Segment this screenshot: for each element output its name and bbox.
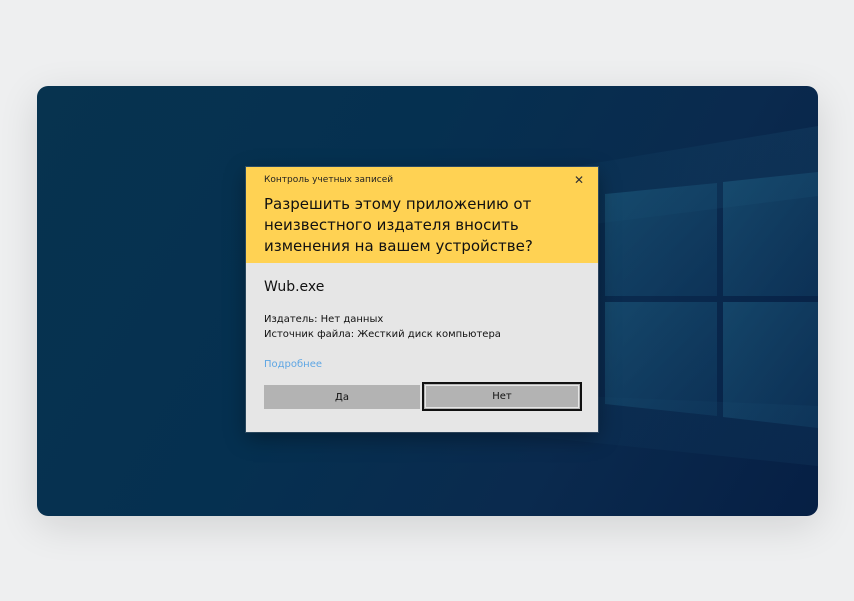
uac-header: Контроль учетных записей ✕ Разрешить это… <box>246 167 598 263</box>
logo-pane-top-right <box>723 172 818 296</box>
uac-dialog: Контроль учетных записей ✕ Разрешить это… <box>246 167 598 432</box>
app-name: Wub.exe <box>264 279 325 295</box>
uac-body: Wub.exe Издатель: Нет данных Источник фа… <box>246 263 598 432</box>
file-source-info: Источник файла: Жесткий диск компьютера <box>264 329 501 340</box>
publisher-info: Издатель: Нет данных <box>264 314 384 325</box>
logo-pane-bottom-left <box>605 302 717 416</box>
details-link[interactable]: Подробнее <box>264 359 322 370</box>
dialog-caption: Контроль учетных записей <box>264 175 394 185</box>
dialog-question: Разрешить этому приложению от неизвестно… <box>264 195 533 255</box>
yes-button[interactable]: Да <box>264 385 420 409</box>
logo-pane-bottom-right <box>723 302 818 428</box>
close-icon[interactable]: ✕ <box>570 171 588 189</box>
logo-pane-top-left <box>605 183 717 296</box>
no-button[interactable]: Нет <box>422 382 582 411</box>
